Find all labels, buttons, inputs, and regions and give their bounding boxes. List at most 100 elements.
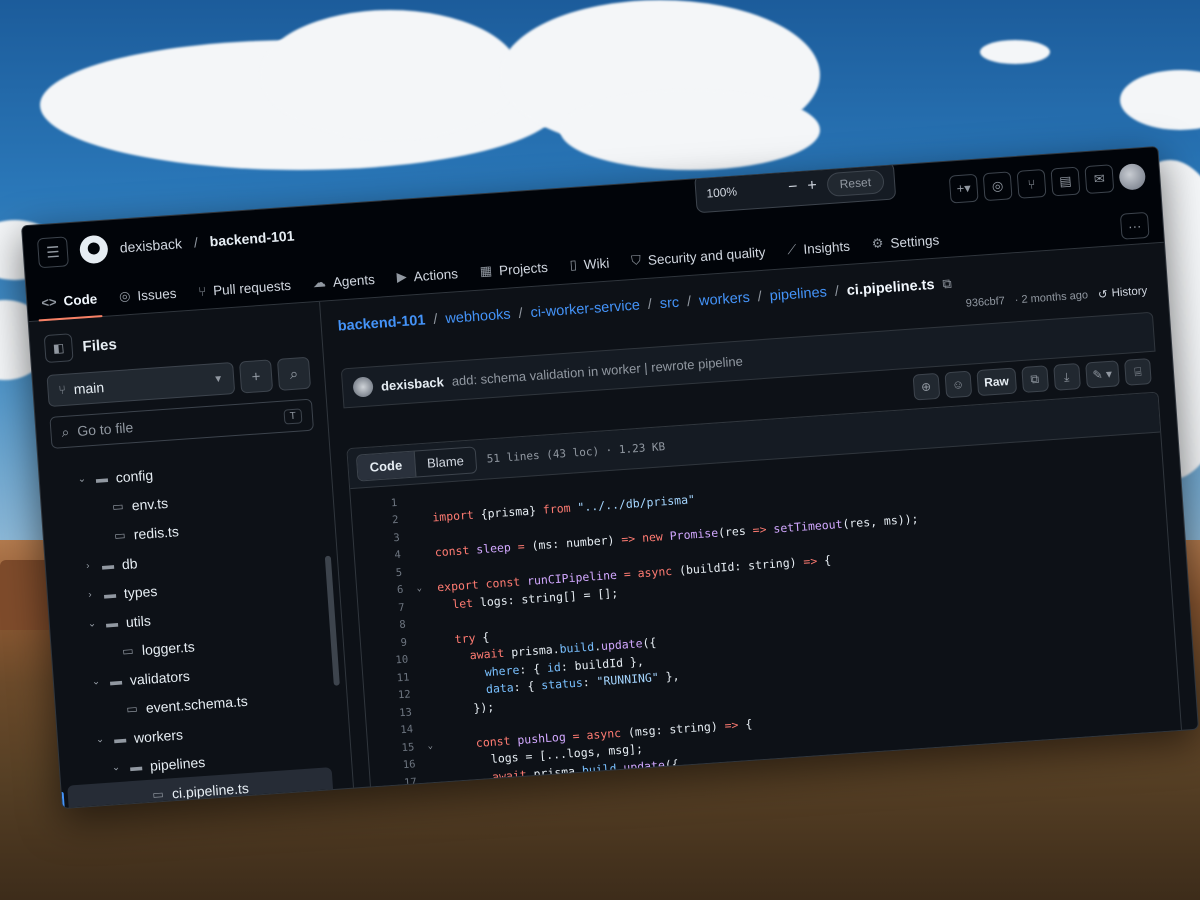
line-number[interactable]: 13 — [366, 706, 421, 722]
edit-icon[interactable]: ✎ ▾ — [1084, 360, 1120, 389]
branch-selector[interactable]: ⑂ main ▼ — [46, 362, 236, 407]
line-number[interactable]: 7 — [358, 601, 413, 617]
chevron-right-icon[interactable]: › — [82, 560, 95, 572]
tab-agents[interactable]: ☁ Agents — [312, 260, 377, 302]
chevron-down-icon[interactable]: ⌄ — [110, 762, 123, 774]
commit-hash[interactable]: 936cbf7 — [965, 295, 1005, 310]
pull-request-icon: ⑂ — [197, 283, 207, 299]
commit-author[interactable]: dexisback — [381, 374, 445, 393]
path-separator: / — [518, 305, 524, 322]
raw-button[interactable]: Raw — [976, 367, 1017, 397]
path-separator: / — [834, 283, 840, 300]
repo-name-link[interactable]: backend-101 — [209, 227, 295, 249]
line-number[interactable]: 6 — [357, 583, 412, 599]
tab-insights[interactable]: ⟋ Insights — [786, 227, 851, 269]
view-mode-toggle: Code Blame — [355, 446, 478, 482]
chevron-down-icon[interactable]: ⌄ — [94, 734, 107, 746]
line-number[interactable]: 11 — [363, 671, 418, 687]
tab-label: Agents — [332, 271, 376, 290]
line-number[interactable]: 14 — [367, 723, 422, 739]
chevron-right-icon[interactable]: › — [84, 589, 97, 601]
path-segment-link[interactable]: ci-worker-service — [530, 298, 640, 322]
line-number[interactable]: 3 — [353, 531, 408, 547]
line-number[interactable]: 5 — [356, 566, 411, 582]
add-file-button[interactable]: + — [239, 359, 274, 394]
agent-chat-icon[interactable]: ☺ — [944, 370, 973, 399]
line-number[interactable]: 4 — [355, 548, 410, 564]
tree-item-label: logger.ts — [141, 637, 196, 658]
commit-message[interactable]: add: schema validation in worker | rewro… — [451, 353, 743, 388]
history-button[interactable]: ↺ History — [1098, 284, 1148, 301]
inbox-icon[interactable]: ✉ — [1084, 164, 1115, 195]
line-number[interactable]: 8 — [359, 618, 414, 634]
chevron-down-icon[interactable]: ⌄ — [75, 473, 88, 486]
line-number[interactable]: 1 — [351, 496, 406, 512]
graph-icon: ⟋ — [786, 241, 797, 258]
browser-window: ☰ dexisback / backend-101 100% − + Reset… — [20, 145, 1200, 810]
folder-icon: ▬ — [95, 470, 109, 486]
line-number[interactable]: 9 — [361, 636, 416, 652]
tab-actions[interactable]: ▶ Actions — [395, 254, 459, 296]
line-number[interactable]: 12 — [364, 688, 419, 704]
path-segment-link[interactable]: backend-101 — [337, 313, 426, 335]
commit-author-avatar[interactable] — [352, 376, 374, 398]
github-logo-icon[interactable] — [78, 234, 109, 265]
copy-raw-icon[interactable]: ⧉ — [1020, 365, 1049, 394]
file-icon: ▭ — [121, 643, 135, 658]
tab-pull-requests[interactable]: ⑂ Pull requests — [197, 266, 292, 310]
line-number[interactable]: 16 — [369, 758, 424, 774]
gear-icon: ⚙ — [871, 235, 884, 252]
zoom-in-button[interactable]: + — [807, 177, 818, 196]
path-segment-link[interactable]: workers — [699, 290, 751, 310]
line-number[interactable]: 2 — [352, 514, 407, 530]
chevron-down-icon[interactable]: ⌄ — [90, 676, 103, 688]
collapse-sidebar-icon[interactable]: ◧ — [43, 333, 74, 364]
line-number[interactable]: 15 — [368, 741, 423, 757]
folder-icon: ▬ — [101, 557, 115, 573]
search-button[interactable]: ⌕ — [276, 356, 312, 391]
fold-chevron-icon[interactable]: ⌄ — [422, 740, 439, 751]
pull-requests-icon[interactable]: ⑂ — [1016, 168, 1047, 199]
zoom-out-button[interactable]: − — [788, 178, 799, 197]
zoom-reset-button[interactable]: Reset — [825, 169, 885, 198]
repo-owner-link[interactable]: dexisback — [119, 235, 182, 255]
path-separator: / — [686, 293, 692, 311]
tab-projects[interactable]: ▦ Projects — [478, 248, 549, 291]
path-separator: / — [647, 296, 653, 313]
file-tree: ⌄ ▬ config ▭ env.ts ▭ redis.ts › ▬ db › ▬ types ⌄ ▬ uti… — [39, 448, 339, 808]
tab-code[interactable]: <> Code — [40, 279, 98, 321]
line-number[interactable]: 10 — [362, 653, 417, 669]
copy-path-icon[interactable]: ⧉ — [942, 276, 952, 293]
more-options-button[interactable]: ··· — [1119, 211, 1150, 240]
path-segment-link[interactable]: webhooks — [445, 307, 511, 328]
path-segment-link[interactable]: src — [659, 295, 679, 312]
user-avatar[interactable] — [1118, 162, 1147, 191]
tab-issues[interactable]: ◎ Issues — [118, 274, 178, 316]
download-icon[interactable]: ⤓ — [1052, 363, 1081, 391]
tab-settings[interactable]: ⚙ Settings — [870, 221, 940, 264]
tree-item-label: workers — [133, 725, 184, 746]
blame-view-button[interactable]: Blame — [414, 447, 476, 476]
repositories-icon[interactable]: ▤ — [1050, 166, 1081, 197]
tab-wiki[interactable]: ▯ Wiki — [568, 244, 610, 285]
path-segment-link[interactable]: pipelines — [769, 284, 827, 304]
create-new-icon[interactable]: +▾ — [948, 173, 979, 204]
code-view-button[interactable]: Code — [356, 451, 416, 481]
symbols-panel-icon[interactable]: ⌸ — [1124, 358, 1152, 386]
issues-icon[interactable]: ◎ — [982, 171, 1013, 202]
fold-chevron-icon[interactable]: ⌄ — [411, 583, 428, 594]
agent-icon: ☁ — [312, 274, 327, 291]
chevron-down-icon[interactable]: ⌄ — [86, 618, 99, 630]
hamburger-menu-button[interactable]: ☰ — [36, 236, 69, 269]
copilot-icon[interactable]: ⊕ — [912, 372, 940, 401]
